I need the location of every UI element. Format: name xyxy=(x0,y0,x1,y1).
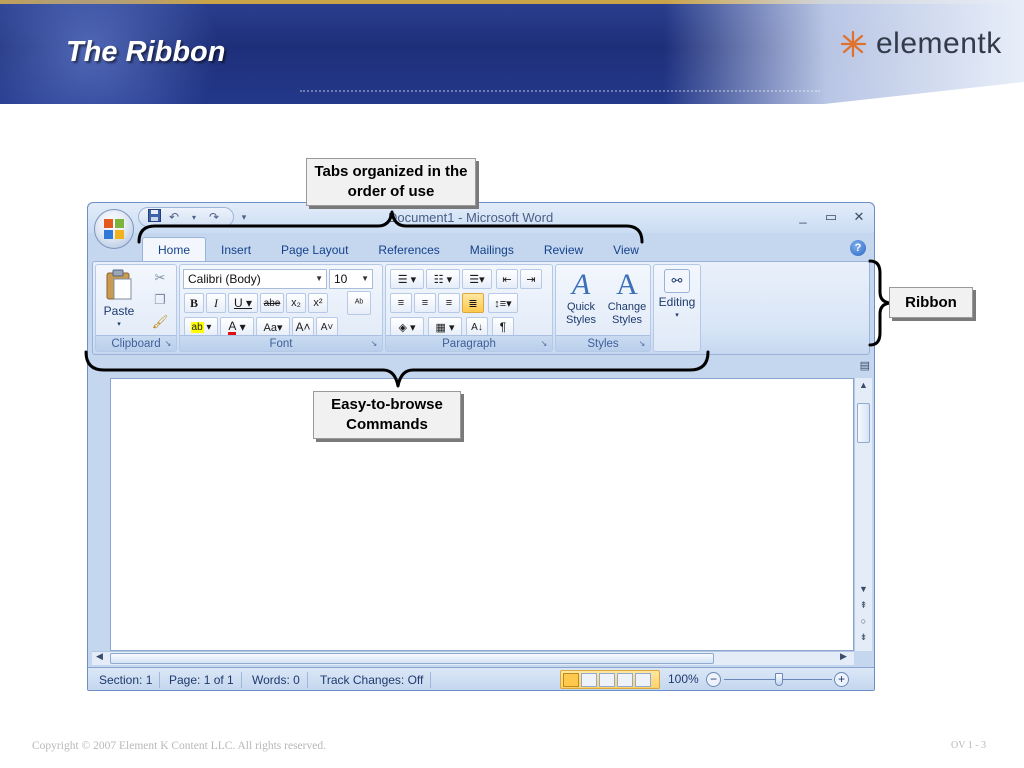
copyright-footer: Copyright © 2007 Element K Content LLC. … xyxy=(32,740,326,752)
office-button[interactable] xyxy=(94,209,134,249)
commands-callout: Easy-to-browse Commands xyxy=(313,391,461,439)
commands-brace xyxy=(84,350,710,388)
slide-number: OV 1 - 3 xyxy=(951,740,987,751)
annotation-braces xyxy=(84,210,892,388)
office-button-icon xyxy=(104,219,124,239)
ribbon-brace xyxy=(868,259,892,347)
tabs-brace xyxy=(137,210,644,244)
ribbon-callout: Ribbon xyxy=(889,287,973,318)
tabs-callout: Tabs organized in the order of use xyxy=(306,158,476,206)
